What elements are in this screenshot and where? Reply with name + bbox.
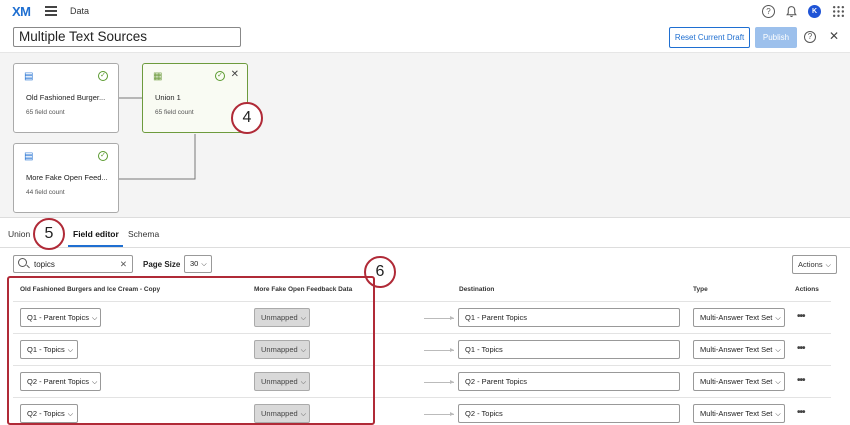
tab-union[interactable]: Union <box>8 229 30 239</box>
close-icon[interactable]: ✕ <box>231 69 239 80</box>
more-options-icon[interactable]: ••• <box>797 375 805 386</box>
check-circle-icon: ✓ <box>215 71 225 81</box>
node-title: More Fake Open Feed... <box>26 173 108 182</box>
active-tab-indicator <box>68 245 123 247</box>
select-value: Multi-Answer Text Set <box>700 409 773 418</box>
destination-field[interactable]: Q1 - Topics <box>458 340 680 359</box>
type-select[interactable]: Multi-Answer Text Set ⌵ <box>693 340 785 359</box>
node-field-count: 65 field count <box>26 109 65 116</box>
more-options-icon[interactable]: ••• <box>797 407 805 418</box>
tabs-divider <box>0 247 850 248</box>
destination-field[interactable]: Q2 - Topics <box>458 404 680 423</box>
node-field-count: 65 field count <box>155 109 194 116</box>
chevron-down-icon: ⌵ <box>775 315 781 322</box>
callout-badge: 5 <box>33 218 65 250</box>
arrow-right-icon <box>424 380 454 384</box>
check-circle-icon: ✓ <box>98 71 108 81</box>
chevron-down-icon: ⌵ <box>825 262 831 269</box>
type-select[interactable]: Multi-Answer Text Set ⌵ <box>693 404 785 423</box>
source-node[interactable]: ▤ ✓ Old Fashioned Burger... 65 field cou… <box>13 63 119 133</box>
page-size-label: Page Size <box>143 260 181 269</box>
tab-field-editor[interactable]: Field editor <box>73 229 119 239</box>
document-icon: ▤ <box>24 71 34 82</box>
destination-field[interactable]: Q1 - Parent Topics <box>458 308 680 327</box>
tab-schema[interactable]: Schema <box>128 229 159 239</box>
column-header-actions: Actions <box>795 286 819 293</box>
page-size-select[interactable]: 30 ⌵ <box>184 255 212 273</box>
arrow-right-icon <box>424 348 454 352</box>
source-node[interactable]: ▤ ✓ More Fake Open Feed... 44 field coun… <box>13 143 119 213</box>
clear-icon[interactable]: ✕ <box>120 259 127 270</box>
callout-badge: 4 <box>231 102 263 134</box>
page-size-value: 30 <box>190 259 199 268</box>
destination-field[interactable]: Q2 - Parent Topics <box>458 372 680 391</box>
highlight-box <box>7 276 375 425</box>
node-title: Old Fashioned Burger... <box>26 93 106 102</box>
document-icon: ▤ <box>24 151 34 162</box>
chevron-down-icon: ⌵ <box>775 347 781 354</box>
chevron-down-icon: ⌵ <box>201 261 207 268</box>
more-options-icon[interactable]: ••• <box>797 311 805 322</box>
select-value: Multi-Answer Text Set <box>700 313 773 322</box>
type-select[interactable]: Multi-Answer Text Set ⌵ <box>693 372 785 391</box>
node-field-count: 44 field count <box>26 189 65 196</box>
search-value: topics <box>34 260 55 269</box>
table-icon: ▦ <box>153 71 163 82</box>
node-title: Union 1 <box>155 93 181 102</box>
actions-label: Actions <box>798 260 823 269</box>
select-value: Multi-Answer Text Set <box>700 345 773 354</box>
type-select[interactable]: Multi-Answer Text Set ⌵ <box>693 308 785 327</box>
more-options-icon[interactable]: ••• <box>797 343 805 354</box>
search-icon <box>18 258 27 267</box>
chevron-down-icon: ⌵ <box>775 379 781 386</box>
arrow-right-icon <box>424 412 454 416</box>
search-input[interactable]: topics ✕ <box>13 255 133 273</box>
chevron-down-icon: ⌵ <box>775 411 781 418</box>
arrow-right-icon <box>424 316 454 320</box>
actions-button[interactable]: Actions ⌵ <box>792 255 837 274</box>
select-value: Multi-Answer Text Set <box>700 377 773 386</box>
check-circle-icon: ✓ <box>98 151 108 161</box>
column-header-destination: Destination <box>459 286 495 293</box>
column-header-type: Type <box>693 286 708 293</box>
